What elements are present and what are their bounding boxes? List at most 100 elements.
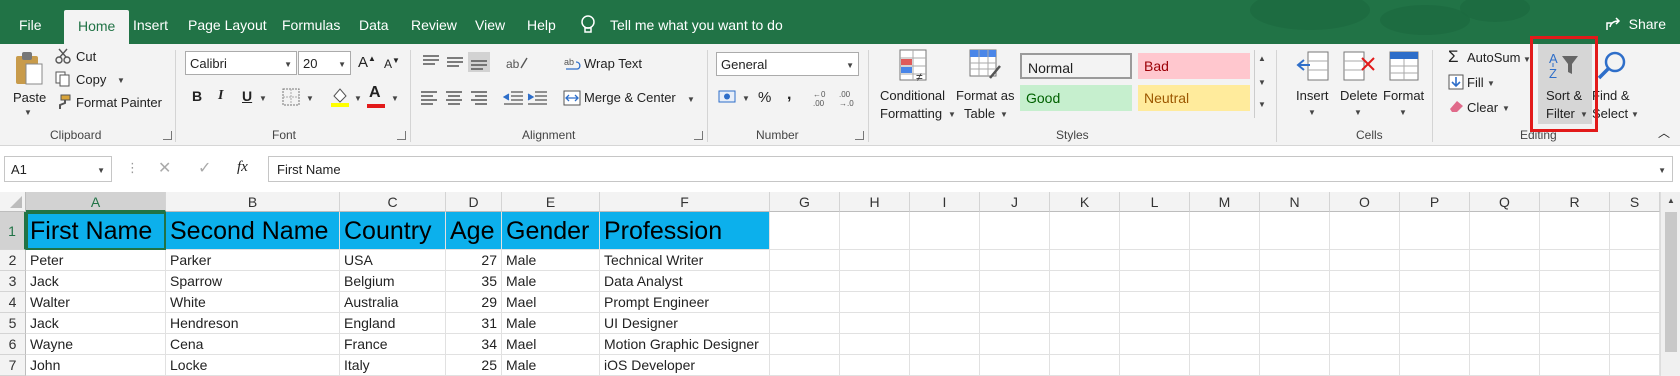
cancel-entry-icon[interactable]: ✕ [158,158,171,178]
style-good[interactable]: Good [1020,85,1132,111]
number-format-dropdown[interactable]: General ▼ [716,52,859,76]
clipboard-launcher-icon[interactable] [163,131,172,140]
column-header-c[interactable]: C [340,192,446,212]
table-cell[interactable] [1260,313,1330,334]
row-header-3[interactable]: 3 [0,271,26,292]
chevron-down-icon[interactable]: ▼ [1487,79,1495,88]
header-cell[interactable] [1330,212,1400,250]
table-cell[interactable] [1120,355,1190,376]
insert-function-button[interactable]: fx [237,159,248,176]
chevron-down-icon[interactable]: ▼ [687,95,695,104]
font-size-dropdown[interactable]: 20 ▼ [298,51,351,75]
italic-button[interactable]: I [218,88,223,104]
header-cell[interactable] [1400,212,1470,250]
wrap-text-button[interactable]: Wrap Text [584,56,642,71]
table-cell[interactable] [840,250,910,271]
table-cell[interactable]: Hendreson [166,313,340,334]
table-cell[interactable]: UI Designer [600,313,770,334]
chevron-down-icon[interactable]: ▼ [742,94,750,103]
table-cell[interactable] [980,271,1050,292]
column-header-h[interactable]: H [840,192,910,212]
confirm-entry-icon[interactable]: ✓ [198,158,211,178]
tab-formulas[interactable]: Formulas [282,17,340,33]
tab-insert[interactable]: Insert [133,17,168,33]
copy-button[interactable]: Copy [76,72,106,87]
table-cell[interactable]: 27 [446,250,502,271]
table-cell[interactable] [1260,271,1330,292]
table-cell[interactable]: Male [502,313,600,334]
style-bad[interactable]: Bad [1138,53,1250,79]
table-cell[interactable]: England [340,313,446,334]
table-cell[interactable] [1120,250,1190,271]
column-header-d[interactable]: D [446,192,502,212]
table-cell[interactable]: Motion Graphic Designer [600,334,770,355]
table-cell[interactable] [1400,355,1470,376]
header-cell[interactable] [980,212,1050,250]
table-cell[interactable] [1330,313,1400,334]
table-cell[interactable] [1190,313,1260,334]
decrease-font-size-button[interactable]: A▼ [384,56,400,71]
table-cell[interactable] [1610,271,1660,292]
table-cell[interactable]: Walter [26,292,166,313]
table-cell[interactable] [770,355,840,376]
table-cell[interactable]: Locke [166,355,340,376]
table-cell[interactable] [1540,334,1610,355]
table-cell[interactable]: Cena [166,334,340,355]
styles-gallery-scroller[interactable]: ▲ ▼ ▼ [1254,50,1268,118]
accounting-format-icon[interactable] [718,88,740,106]
table-cell[interactable] [910,313,980,334]
column-header-j[interactable]: J [980,192,1050,212]
table-cell[interactable]: Parker [166,250,340,271]
style-normal[interactable]: Normal [1020,53,1132,79]
header-cell[interactable]: Profession [600,212,770,250]
table-cell[interactable]: 29 [446,292,502,313]
chevron-up-icon[interactable]: ▲ [1258,54,1266,63]
table-cell[interactable] [1400,250,1470,271]
chevron-up-icon[interactable]: ▲ [1667,196,1675,205]
percent-style-button[interactable]: % [758,89,771,106]
table-cell[interactable]: 34 [446,334,502,355]
chevron-down-icon[interactable]: ▼ [259,94,267,103]
table-cell[interactable]: iOS Developer [600,355,770,376]
table-cell[interactable] [910,292,980,313]
column-header-f[interactable]: F [600,192,770,212]
column-header-i[interactable]: I [910,192,980,212]
table-cell[interactable] [1470,334,1540,355]
table-cell[interactable] [1190,334,1260,355]
table-cell[interactable] [840,271,910,292]
header-cell[interactable] [840,212,910,250]
table-cell[interactable]: Male [502,271,600,292]
chevron-down-icon[interactable]: ▼ [306,94,314,103]
header-cell[interactable]: Age [446,212,502,250]
table-cell[interactable] [1400,292,1470,313]
table-cell[interactable]: Mael [502,292,600,313]
table-cell[interactable] [1610,355,1660,376]
chevron-down-icon[interactable]: ▼ [117,76,125,85]
orientation-icon[interactable]: ab [505,54,531,72]
table-cell[interactable]: Prompt Engineer [600,292,770,313]
selected-cell-a1[interactable]: First Name [26,212,166,250]
row-header-5[interactable]: 5 [0,313,26,334]
row-header-7[interactable]: 7 [0,355,26,376]
table-cell[interactable] [1540,250,1610,271]
table-cell[interactable] [910,271,980,292]
column-header-q[interactable]: Q [1470,192,1540,212]
table-cell[interactable] [770,250,840,271]
table-cell[interactable]: 31 [446,313,502,334]
column-header-k[interactable]: K [1050,192,1120,212]
table-cell[interactable]: White [166,292,340,313]
fill-button[interactable]: Fill [1467,75,1484,90]
header-cell[interactable] [1190,212,1260,250]
table-cell[interactable] [1610,334,1660,355]
table-cell[interactable] [980,334,1050,355]
chevron-down-icon[interactable]: ▼ [354,94,362,103]
alignment-launcher-icon[interactable] [694,131,703,140]
table-cell[interactable] [840,313,910,334]
table-cell[interactable] [1470,271,1540,292]
header-cell[interactable] [1260,212,1330,250]
name-box[interactable]: A1 ▼ [4,156,112,182]
table-cell[interactable] [1330,355,1400,376]
drag-handle-icon[interactable]: ⋮ [126,160,139,176]
table-cell[interactable] [1190,250,1260,271]
more-styles-icon[interactable]: ▼ [1258,100,1266,109]
